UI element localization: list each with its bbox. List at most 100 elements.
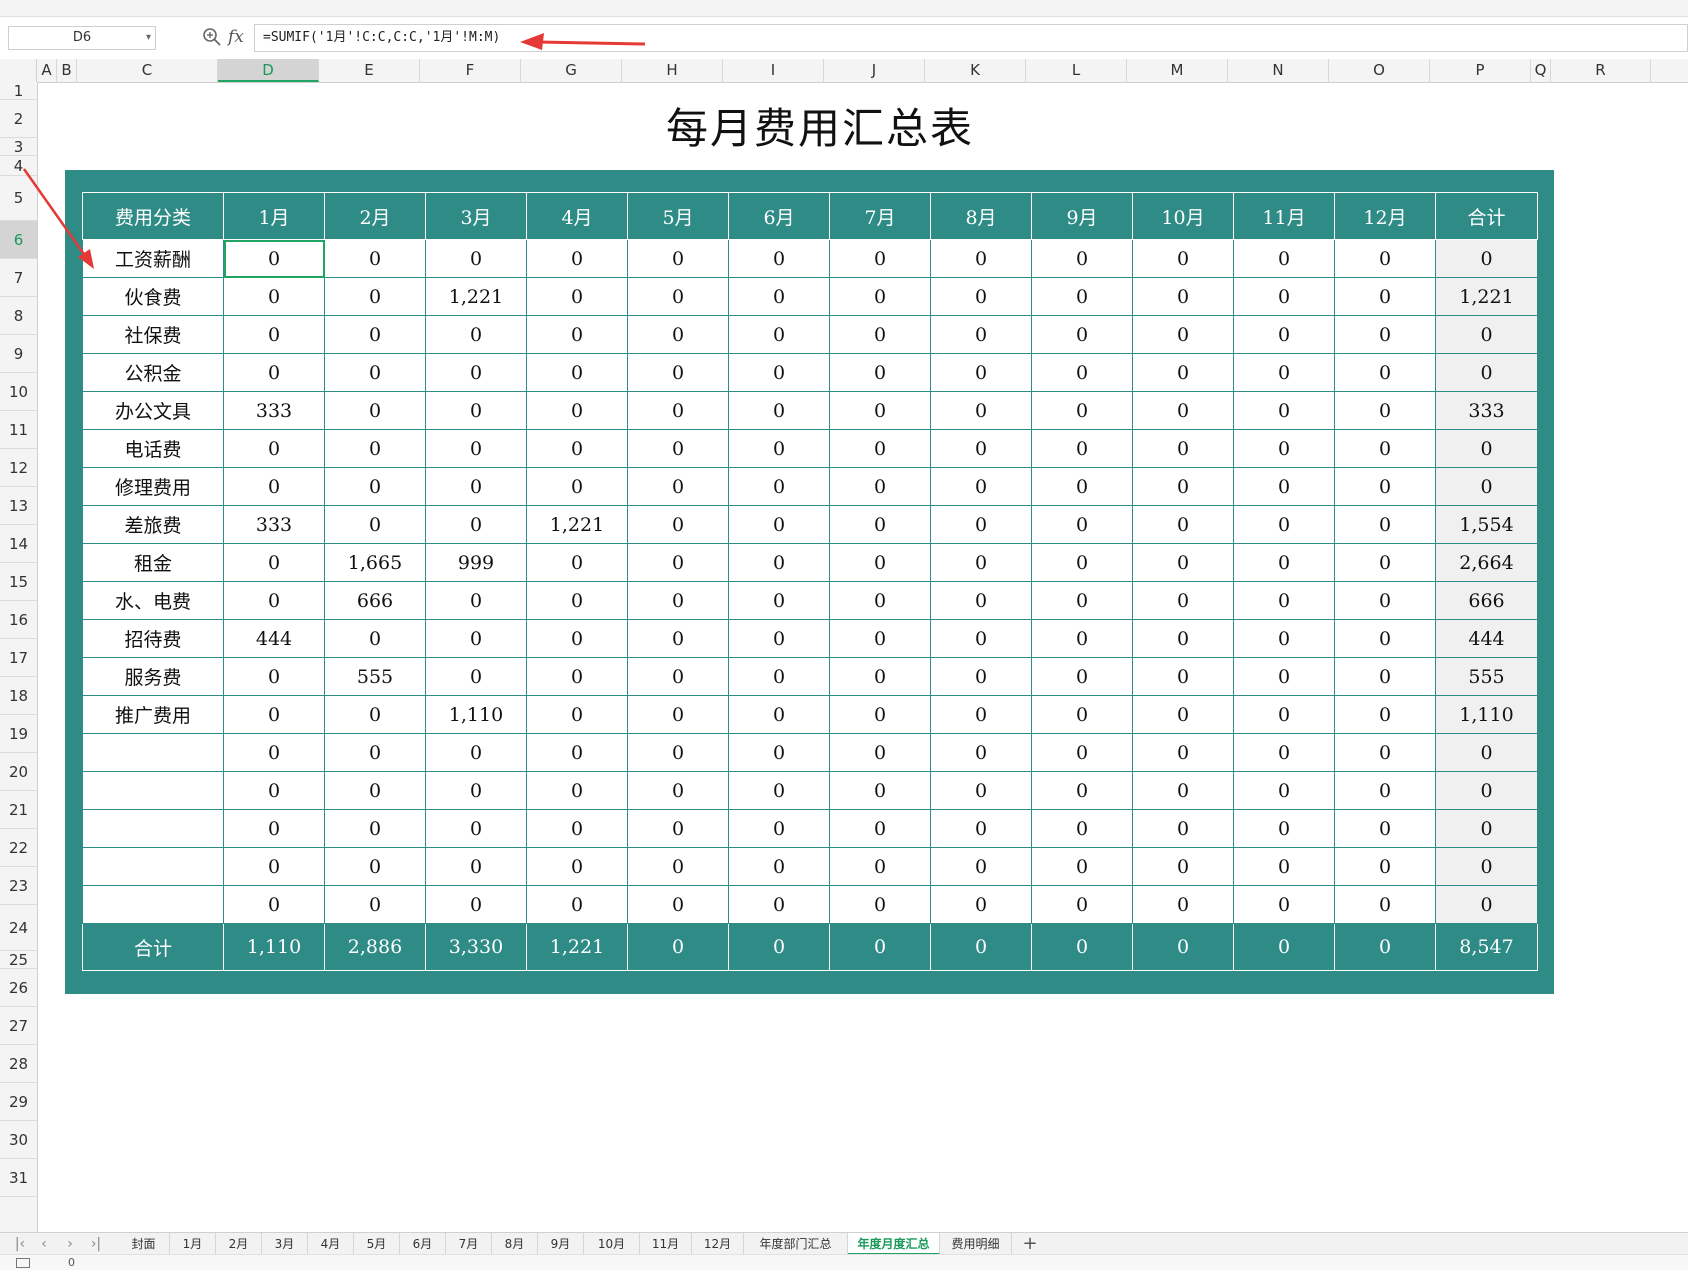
column-title-cell[interactable]: 12月	[1334, 192, 1436, 240]
value-cell[interactable]: 555	[324, 657, 426, 696]
category-cell[interactable]: 伙食费	[82, 277, 224, 316]
value-cell[interactable]: 0	[1334, 847, 1436, 886]
column-header[interactable]: O	[1329, 59, 1430, 82]
value-cell[interactable]: 0	[1233, 847, 1335, 886]
value-cell[interactable]: 0	[1031, 239, 1133, 278]
category-cell[interactable]: 租金	[82, 543, 224, 582]
column-title-cell[interactable]: 费用分类	[82, 192, 224, 240]
value-cell[interactable]: 1,221	[526, 923, 628, 971]
value-cell[interactable]: 0	[526, 771, 628, 810]
value-cell[interactable]: 0	[1132, 809, 1234, 848]
value-cell[interactable]: 0	[930, 315, 1032, 354]
row-header[interactable]: 29	[0, 1083, 37, 1121]
value-cell[interactable]: 0	[526, 429, 628, 468]
value-cell[interactable]: 0	[728, 391, 830, 430]
column-title-cell[interactable]: 7月	[829, 192, 931, 240]
row-total-cell[interactable]: 0	[1435, 733, 1538, 772]
row-header[interactable]: 14	[0, 525, 37, 563]
column-header[interactable]: S	[1651, 59, 1688, 82]
value-cell[interactable]: 0	[930, 771, 1032, 810]
value-cell[interactable]: 0	[627, 277, 729, 316]
row-total-cell[interactable]: 0	[1435, 239, 1538, 278]
value-cell[interactable]: 0	[627, 809, 729, 848]
value-cell[interactable]: 0	[1031, 847, 1133, 886]
row-total-cell[interactable]: 555	[1435, 657, 1538, 696]
value-cell[interactable]: 0	[627, 695, 729, 734]
row-header[interactable]: 8	[0, 297, 37, 335]
column-header[interactable]: B	[57, 59, 77, 82]
value-cell[interactable]: 0	[1334, 353, 1436, 392]
value-cell[interactable]: 0	[425, 657, 527, 696]
value-cell[interactable]: 0	[324, 467, 426, 506]
value-cell[interactable]: 0	[1132, 923, 1234, 971]
value-cell[interactable]: 0	[930, 809, 1032, 848]
column-header[interactable]: L	[1026, 59, 1127, 82]
row-header[interactable]: 11	[0, 411, 37, 449]
value-cell[interactable]: 0	[1233, 543, 1335, 582]
value-cell[interactable]: 0	[526, 733, 628, 772]
row-header[interactable]: 16	[0, 601, 37, 639]
sheet-tab[interactable]: 1月	[170, 1233, 216, 1255]
value-cell[interactable]: 0	[1132, 353, 1234, 392]
value-cell[interactable]: 0	[1233, 239, 1335, 278]
value-cell[interactable]: 0	[728, 353, 830, 392]
value-cell[interactable]: 0	[1334, 695, 1436, 734]
value-cell[interactable]: 0	[1132, 885, 1234, 924]
category-cell[interactable]: 修理费用	[82, 467, 224, 506]
value-cell[interactable]: 0	[1233, 467, 1335, 506]
value-cell[interactable]: 0	[1233, 505, 1335, 544]
category-cell[interactable]: 水、电费	[82, 581, 224, 620]
row-total-cell[interactable]: 1,221	[1435, 277, 1538, 316]
value-cell[interactable]: 0	[829, 733, 931, 772]
value-cell[interactable]: 0	[223, 277, 325, 316]
value-cell[interactable]: 0	[627, 581, 729, 620]
column-header[interactable]: E	[319, 59, 420, 82]
row-header[interactable]: 26	[0, 969, 37, 1007]
value-cell[interactable]: 0	[1031, 771, 1133, 810]
next-sheet-icon[interactable]: ›	[58, 1233, 82, 1255]
category-cell[interactable]: 社保费	[82, 315, 224, 354]
column-header[interactable]: F	[420, 59, 521, 82]
row-total-cell[interactable]: 333	[1435, 391, 1538, 430]
value-cell[interactable]: 0	[829, 885, 931, 924]
value-cell[interactable]: 0	[627, 619, 729, 658]
column-title-cell[interactable]: 合计	[1435, 192, 1538, 240]
value-cell[interactable]: 0	[324, 429, 426, 468]
value-cell[interactable]: 0	[1031, 353, 1133, 392]
value-cell[interactable]: 0	[930, 239, 1032, 278]
value-cell[interactable]: 0	[829, 619, 931, 658]
value-cell[interactable]: 0	[526, 619, 628, 658]
value-cell[interactable]: 0	[425, 619, 527, 658]
value-cell[interactable]: 0	[627, 429, 729, 468]
select-all-corner[interactable]	[0, 59, 37, 82]
value-cell[interactable]: 0	[627, 733, 729, 772]
value-cell[interactable]: 0	[1233, 885, 1335, 924]
sheet-tab[interactable]: 年度月度汇总	[848, 1233, 940, 1255]
value-cell[interactable]: 0	[223, 239, 325, 278]
sheet-tab[interactable]: 10月	[584, 1233, 640, 1255]
value-cell[interactable]: 1,110	[223, 923, 325, 971]
value-cell[interactable]: 0	[930, 657, 1032, 696]
row-header[interactable]: 23	[0, 867, 37, 905]
value-cell[interactable]: 1,665	[324, 543, 426, 582]
row-total-cell[interactable]: 1,554	[1435, 505, 1538, 544]
value-cell[interactable]: 0	[1132, 581, 1234, 620]
value-cell[interactable]: 0	[930, 695, 1032, 734]
sheet-tab[interactable]: 7月	[446, 1233, 492, 1255]
row-total-cell[interactable]: 0	[1435, 467, 1538, 506]
column-title-cell[interactable]: 3月	[425, 192, 527, 240]
value-cell[interactable]: 0	[526, 543, 628, 582]
value-cell[interactable]: 0	[627, 543, 729, 582]
value-cell[interactable]: 0	[829, 315, 931, 354]
value-cell[interactable]: 0	[223, 657, 325, 696]
chevron-down-icon[interactable]: ▾	[146, 27, 151, 49]
value-cell[interactable]: 0	[1031, 885, 1133, 924]
value-cell[interactable]: 0	[1233, 277, 1335, 316]
sheet-tab[interactable]: 费用明细	[940, 1233, 1012, 1255]
value-cell[interactable]: 0	[526, 809, 628, 848]
value-cell[interactable]: 0	[425, 771, 527, 810]
value-cell[interactable]: 0	[1132, 277, 1234, 316]
value-cell[interactable]: 0	[425, 467, 527, 506]
value-cell[interactable]: 0	[1233, 923, 1335, 971]
column-header[interactable]: J	[824, 59, 925, 82]
